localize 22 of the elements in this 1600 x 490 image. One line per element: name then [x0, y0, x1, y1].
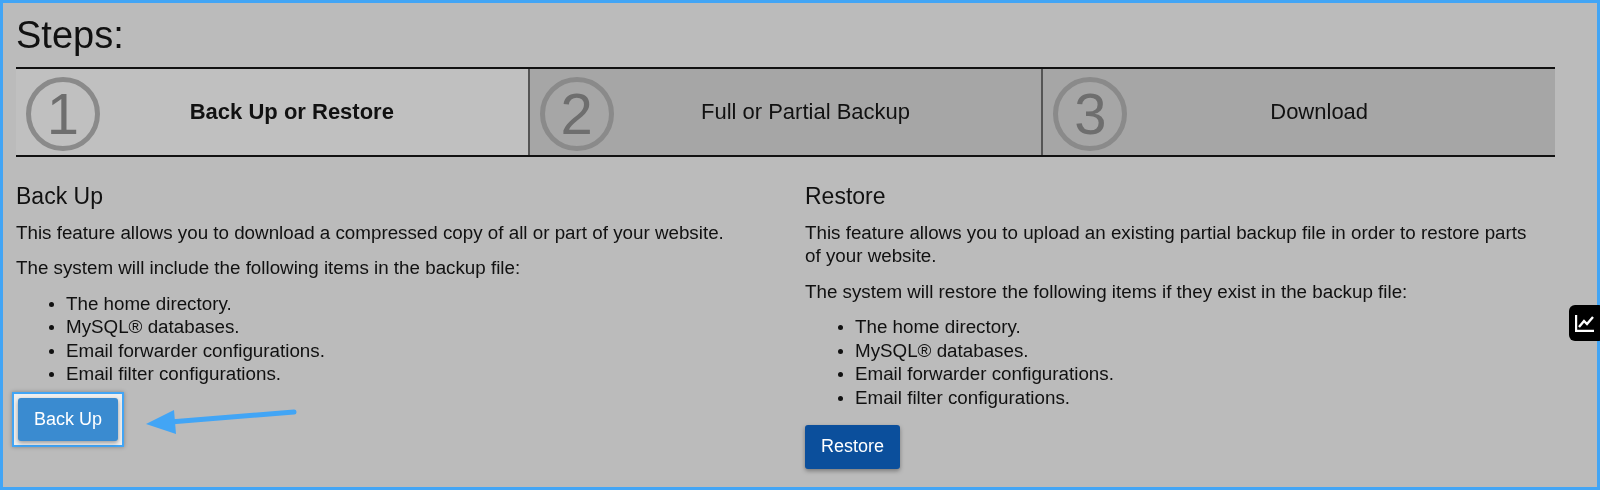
section-heading: Back Up [16, 185, 104, 209]
action-button[interactable]: Back Up [18, 397, 119, 441]
action-button[interactable]: Restore [805, 425, 901, 469]
page-title: Steps: [16, 13, 125, 57]
list-item: Email filter configurations. [829, 385, 1071, 409]
step-number: 3 [1053, 77, 1128, 151]
description-text: This feature allows you to upload an existing partial backup file in order to restore parts of your website. [805, 220, 1528, 268]
list-item: The home directory. [829, 315, 1021, 339]
stats-tab[interactable] [1569, 305, 1600, 341]
step-number: 1 [26, 77, 100, 151]
list-item: The home directory. [40, 291, 232, 315]
chart-icon [1575, 314, 1595, 332]
step-number: 2 [539, 77, 614, 151]
description-text: This feature allows you to download a compressed copy of all or part of your website. [16, 220, 725, 244]
list-item: MySQL® databases. [829, 338, 1029, 362]
list-item: Email filter configurations. [40, 362, 282, 386]
description-text: The system will include the following items in the backup file: [16, 256, 522, 280]
list-item: Email forwarder configurations. [829, 362, 1114, 386]
section-heading: Restore [805, 185, 887, 209]
list-item: Email forwarder configurations. [40, 338, 325, 362]
description-text: The system will restore the following items if they exist in the backup file: [805, 279, 1409, 303]
list-item: MySQL® databases. [40, 315, 240, 339]
